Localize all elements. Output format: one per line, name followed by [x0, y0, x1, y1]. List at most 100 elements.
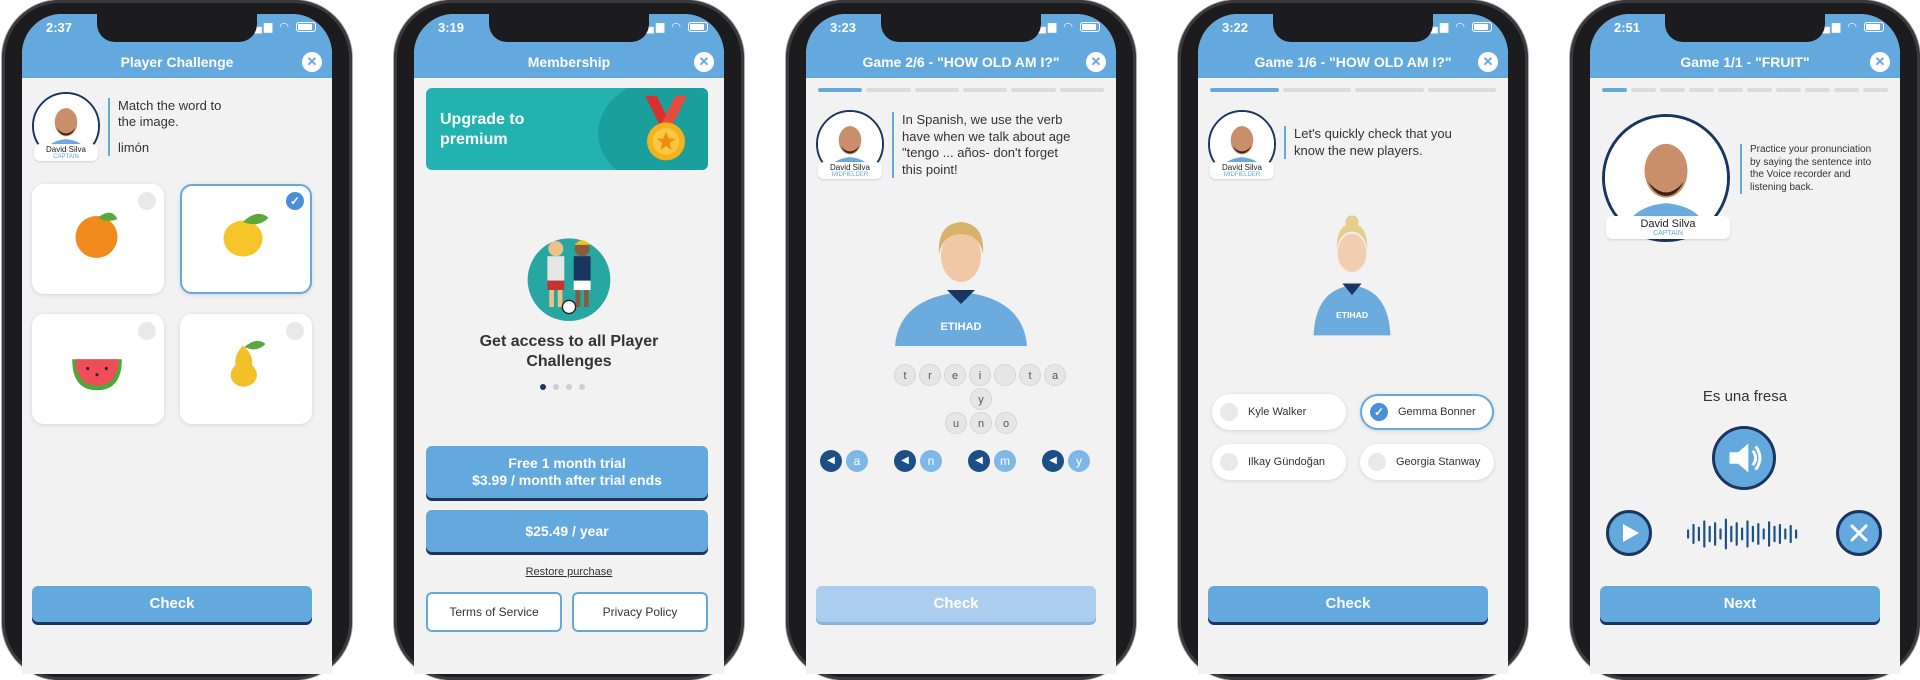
- free-trial-button[interactable]: Free 1 month trial $3.99 / month after t…: [426, 446, 708, 498]
- radio-unchecked: [138, 322, 156, 340]
- tile[interactable]: t: [894, 364, 916, 386]
- close-button[interactable]: ✕: [1086, 52, 1106, 72]
- check-button[interactable]: Check: [32, 586, 312, 622]
- battery-icon: [296, 22, 316, 33]
- battery-icon: [688, 22, 708, 33]
- tile[interactable]: e: [944, 364, 966, 386]
- coach-role: MIDFIELDER: [831, 172, 869, 178]
- pager-dot-active[interactable]: [540, 384, 546, 390]
- play-sentence-button[interactable]: [1712, 426, 1776, 490]
- pager-dots: [540, 384, 600, 392]
- headline: Get access to all Player Challenges: [479, 333, 659, 370]
- tile-empty[interactable]: [994, 364, 1016, 386]
- check-button[interactable]: Check: [1208, 586, 1488, 622]
- progress-segment: [1355, 88, 1424, 92]
- progress-segment: [1805, 88, 1830, 92]
- close-button[interactable]: ✕: [1870, 52, 1890, 72]
- play-recording-button[interactable]: [1606, 510, 1652, 556]
- orange-icon: [75, 212, 118, 258]
- radio-unchecked: [1220, 403, 1238, 421]
- phone-game-fruit: 2:51 ▂▄▆ ◠ Game 1/1 - "FRUIT" ✕ David Si…: [1570, 0, 1920, 680]
- radio-unchecked: [1220, 453, 1238, 471]
- choice-kyle-walker[interactable]: Kyle Walker: [1212, 394, 1346, 430]
- progress-segment: [1747, 88, 1772, 92]
- yearly-plan-button[interactable]: $25.49 / year: [426, 510, 708, 552]
- tile[interactable]: n: [970, 412, 992, 434]
- choice-label: Georgia Stanway: [1396, 456, 1481, 468]
- tile[interactable]: o: [995, 412, 1017, 434]
- trial-line-2: $3.99 / month after trial ends: [472, 472, 662, 488]
- premium-banner[interactable]: Upgrade to premium: [426, 88, 708, 170]
- waveform-icon: [1687, 518, 1798, 550]
- screen: 2:37 ▂▄▆ ◠ Player Challenge ✕ David Silv…: [22, 14, 332, 674]
- coach-name: David Silva: [45, 145, 86, 154]
- tile[interactable]: i: [969, 364, 991, 386]
- screen: 3:19 ▂▄▆ ◠ Membership ✕ Upgrade to premi…: [414, 14, 724, 674]
- choice-gemma-bonner[interactable]: ✓ Gemma Bonner: [1360, 394, 1494, 430]
- speaker-icon[interactable]: ◀: [1042, 450, 1064, 472]
- phone-game-1-6: 3:22 ▂▄▆ ◠ Game 1/6 - "HOW OLD AM I?" ✕ …: [1178, 0, 1528, 680]
- next-button[interactable]: Next: [1600, 586, 1880, 622]
- coach-speech: Match the word to the image. limón: [108, 98, 238, 156]
- letter-button[interactable]: n: [920, 450, 942, 472]
- coach-role: CAPTAIN: [53, 154, 79, 160]
- player-photo-icon: ETIHAD: [895, 222, 1027, 346]
- speaker-icon[interactable]: ◀: [894, 450, 916, 472]
- option-lemon[interactable]: ✓: [180, 184, 312, 294]
- speaker-icon[interactable]: ◀: [968, 450, 990, 472]
- choice-ilkay-gundogan[interactable]: Ilkay Gündoğan: [1212, 444, 1346, 480]
- status-time: 2:37: [46, 20, 73, 35]
- trial-line-1: Free 1 month trial: [508, 455, 626, 471]
- option-orange[interactable]: [32, 184, 164, 294]
- phone-player-challenge: 2:37 ▂▄▆ ◠ Player Challenge ✕ David Silv…: [2, 0, 352, 680]
- progress-segment: [1776, 88, 1801, 92]
- pager-dot[interactable]: [579, 384, 585, 390]
- privacy-policy-button[interactable]: Privacy Policy: [572, 592, 708, 632]
- coach-name-tag: David Silva CAPTAIN: [1606, 216, 1730, 239]
- page-title: Membership: [527, 54, 611, 70]
- close-button[interactable]: ✕: [302, 52, 322, 72]
- choice-georgia-stanway[interactable]: Georgia Stanway: [1360, 444, 1494, 480]
- progress-segment: [962, 88, 1008, 92]
- progress-segment: [1602, 88, 1627, 92]
- phone-membership: 3:19 ▂▄▆ ◠ Membership ✕ Upgrade to premi…: [394, 0, 744, 680]
- letter-button[interactable]: y: [1068, 450, 1090, 472]
- progress-segment: [1427, 88, 1496, 92]
- letter-button[interactable]: m: [994, 450, 1016, 472]
- radio-checked-icon: ✓: [286, 192, 304, 210]
- speaker-icon: [1729, 443, 1762, 473]
- radio-checked-icon: ✓: [1370, 403, 1388, 421]
- page-title: Player Challenge: [120, 54, 234, 70]
- choice-label: Ilkay Gündoğan: [1248, 456, 1326, 468]
- notch: [881, 14, 1041, 42]
- tile[interactable]: t: [1019, 364, 1041, 386]
- discard-recording-button[interactable]: [1836, 510, 1882, 556]
- option-pear[interactable]: [180, 314, 312, 424]
- check-button-disabled[interactable]: Check: [816, 586, 1096, 622]
- medal-icon: [645, 95, 687, 161]
- progress-segment: [1689, 88, 1714, 92]
- terms-of-service-button[interactable]: Terms of Service: [426, 592, 562, 632]
- close-button[interactable]: ✕: [1478, 52, 1498, 72]
- coach-role: MIDFIELDER: [1223, 172, 1261, 178]
- speaker-icon[interactable]: ◀: [820, 450, 842, 472]
- pager-dot[interactable]: [553, 384, 559, 390]
- radio-unchecked: [1368, 453, 1386, 471]
- notch: [1273, 14, 1433, 42]
- tile[interactable]: a: [1044, 364, 1066, 386]
- tile[interactable]: y: [970, 388, 992, 410]
- letter-button[interactable]: a: [846, 450, 868, 472]
- battery-icon: [1080, 22, 1100, 33]
- tile[interactable]: u: [945, 412, 967, 434]
- page-title: Game 1/1 - "FRUIT": [1680, 54, 1810, 70]
- close-button[interactable]: ✕: [694, 52, 714, 72]
- lemon-icon: [223, 213, 269, 257]
- coach-name: David Silva: [829, 163, 870, 172]
- progress-segment: [1631, 88, 1656, 92]
- progress-segment: [914, 88, 959, 92]
- option-watermelon[interactable]: [32, 314, 164, 424]
- restore-purchase-link[interactable]: Restore purchase: [414, 566, 724, 578]
- tile[interactable]: r: [919, 364, 941, 386]
- notch: [97, 14, 257, 42]
- pager-dot[interactable]: [566, 384, 572, 390]
